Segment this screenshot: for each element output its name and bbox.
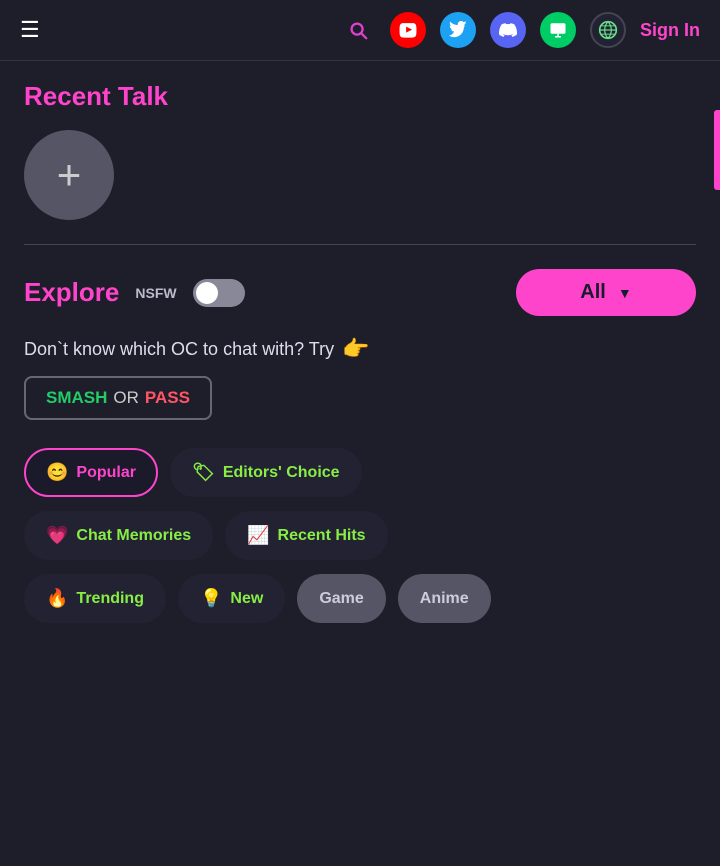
hint-text: Don`t know which OC to chat with? Try <box>24 339 334 360</box>
chat-memories-label: Chat Memories <box>76 527 191 545</box>
smash-label: SMASH <box>46 388 107 408</box>
youtube-icon[interactable] <box>390 12 426 48</box>
anime-label: Anime <box>420 590 469 608</box>
trending-label: Trending <box>76 590 144 608</box>
recent-hits-label: Recent Hits <box>278 527 366 545</box>
editors-choice-label: Editors' Choice <box>223 464 340 482</box>
header-right: Sign In <box>340 12 700 48</box>
chat-memories-icon: 💗 <box>46 525 68 546</box>
sign-in-button[interactable]: Sign In <box>640 20 700 41</box>
nsfw-label: NSFW <box>135 285 176 301</box>
add-chat-button[interactable]: + <box>24 130 114 220</box>
editors-choice-icon: 🏷 <box>192 462 215 483</box>
category-dropdown[interactable]: All ▼ <box>516 269 696 316</box>
trending-icon: 🔥 <box>46 588 68 609</box>
dropdown-label: All <box>580 281 606 304</box>
pills-row-1: 😊 Popular 🏷 Editors' Choice <box>24 448 696 497</box>
pills-row-3: 🔥 Trending 💡 New Game Anime <box>24 574 696 623</box>
pill-new[interactable]: 💡 New <box>178 574 285 623</box>
recent-talk-title: Recent Talk <box>24 81 696 112</box>
or-label: OR <box>113 388 139 408</box>
smash-or-pass-button[interactable]: SMASH OR PASS <box>24 376 212 420</box>
toggle-thumb <box>196 282 218 304</box>
header-left: ☰ <box>20 19 40 41</box>
section-divider <box>24 244 696 245</box>
pill-anime[interactable]: Anime <box>398 574 491 623</box>
popular-label: Popular <box>76 464 136 482</box>
finger-emoji: 👉 <box>342 336 369 362</box>
globe-icon[interactable] <box>590 12 626 48</box>
explore-section: Explore NSFW All ▼ Don`t know which OC t… <box>24 269 696 623</box>
explore-hint: Don`t know which OC to chat with? Try 👉 <box>24 336 696 362</box>
pill-chat-memories[interactable]: 💗 Chat Memories <box>24 511 213 560</box>
header: ☰ <box>0 0 720 61</box>
explore-title: Explore <box>24 277 119 308</box>
hamburger-icon[interactable]: ☰ <box>20 19 40 41</box>
pills-row-2: 💗 Chat Memories 📈 Recent Hits <box>24 511 696 560</box>
pill-editors-choice[interactable]: 🏷 Editors' Choice <box>170 448 362 497</box>
recent-hits-icon: 📈 <box>247 525 269 546</box>
toggle-track[interactable] <box>193 279 245 307</box>
monitor-icon[interactable] <box>540 12 576 48</box>
pill-game[interactable]: Game <box>297 574 385 623</box>
pill-recent-hits[interactable]: 📈 Recent Hits <box>225 511 387 560</box>
twitter-icon[interactable] <box>440 12 476 48</box>
recent-talk-section: Recent Talk + <box>24 81 696 220</box>
new-icon: 💡 <box>200 588 222 609</box>
new-label: New <box>230 590 263 608</box>
search-icon[interactable] <box>340 12 376 48</box>
pass-label: PASS <box>145 388 190 408</box>
main-content: Recent Talk + Explore NSFW All ▼ Don`t k… <box>0 61 720 657</box>
explore-header: Explore NSFW All ▼ <box>24 269 696 316</box>
pill-popular[interactable]: 😊 Popular <box>24 448 158 497</box>
nsfw-toggle[interactable] <box>193 279 245 307</box>
pill-trending[interactable]: 🔥 Trending <box>24 574 166 623</box>
game-label: Game <box>319 590 363 608</box>
discord-icon[interactable] <box>490 12 526 48</box>
chevron-down-icon: ▼ <box>618 285 632 301</box>
plus-icon: + <box>57 154 82 196</box>
popular-icon: 😊 <box>46 462 68 483</box>
scroll-indicator <box>714 110 720 190</box>
